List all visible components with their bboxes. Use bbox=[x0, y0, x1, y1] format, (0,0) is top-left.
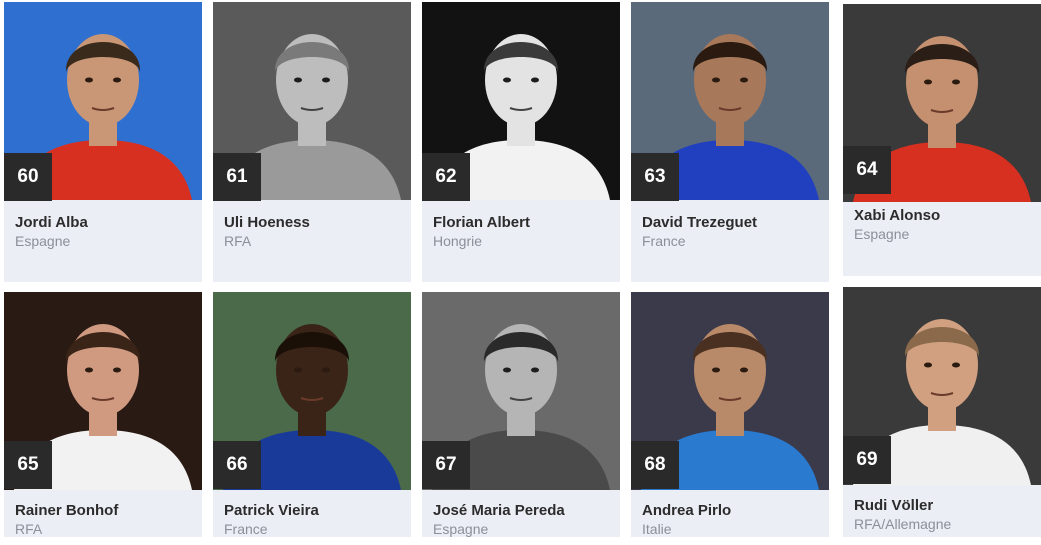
player-name[interactable]: Rainer Bonhof bbox=[15, 502, 118, 519]
rank-badge: 65 bbox=[4, 441, 52, 489]
player-card[interactable]: 63 David Trezeguet France bbox=[631, 2, 829, 282]
player-country: Espagne bbox=[854, 226, 910, 242]
rank-badge: 69 bbox=[843, 436, 891, 484]
player-card[interactable]: 69 Rudi Völler RFA/Allemagne bbox=[843, 287, 1041, 537]
player-card[interactable]: 68 Andrea Pirlo Italie bbox=[631, 292, 829, 537]
player-country: RFA/Allemagne bbox=[854, 516, 952, 532]
player-country: Espagne bbox=[433, 521, 489, 537]
player-name[interactable]: Rudi Völler bbox=[854, 497, 933, 514]
rank-badge: 63 bbox=[631, 153, 679, 201]
player-grid: 60 Jordi Alba Espagne 61 Uli Hoeness RFA 62 Flo… bbox=[0, 0, 1041, 545]
player-country: RFA bbox=[224, 233, 252, 249]
player-card[interactable]: 64 Xabi Alonso Espagne bbox=[843, 4, 1041, 276]
player-name[interactable]: Patrick Vieira bbox=[224, 502, 319, 519]
rank-badge: 66 bbox=[213, 441, 261, 489]
player-country: Italie bbox=[642, 521, 672, 537]
player-name[interactable]: David Trezeguet bbox=[642, 214, 757, 231]
player-card[interactable]: 67 José Maria Pereda Espagne bbox=[422, 292, 620, 537]
player-name[interactable]: Jordi Alba bbox=[15, 214, 88, 231]
player-country: France bbox=[642, 233, 686, 249]
player-card[interactable]: 61 Uli Hoeness RFA bbox=[213, 2, 411, 282]
rank-badge: 61 bbox=[213, 153, 261, 201]
player-country: France bbox=[224, 521, 268, 537]
player-name[interactable]: Uli Hoeness bbox=[224, 214, 310, 231]
player-card[interactable]: 62 Florian Albert Hongrie bbox=[422, 2, 620, 282]
player-card[interactable]: 60 Jordi Alba Espagne bbox=[4, 2, 202, 282]
player-card[interactable]: 65 Rainer Bonhof RFA bbox=[4, 292, 202, 537]
player-country: Hongrie bbox=[433, 233, 483, 249]
rank-badge: 60 bbox=[4, 153, 52, 201]
player-name[interactable]: Xabi Alonso bbox=[854, 207, 940, 224]
player-name[interactable]: José Maria Pereda bbox=[433, 502, 565, 519]
player-country: Espagne bbox=[15, 233, 71, 249]
player-name[interactable]: Andrea Pirlo bbox=[642, 502, 731, 519]
rank-badge: 64 bbox=[843, 146, 891, 194]
rank-badge: 62 bbox=[422, 153, 470, 201]
player-country: RFA bbox=[15, 521, 43, 537]
player-name[interactable]: Florian Albert bbox=[433, 214, 530, 231]
rank-badge: 67 bbox=[422, 441, 470, 489]
player-card[interactable]: 66 Patrick Vieira France bbox=[213, 292, 411, 537]
rank-badge: 68 bbox=[631, 441, 679, 489]
